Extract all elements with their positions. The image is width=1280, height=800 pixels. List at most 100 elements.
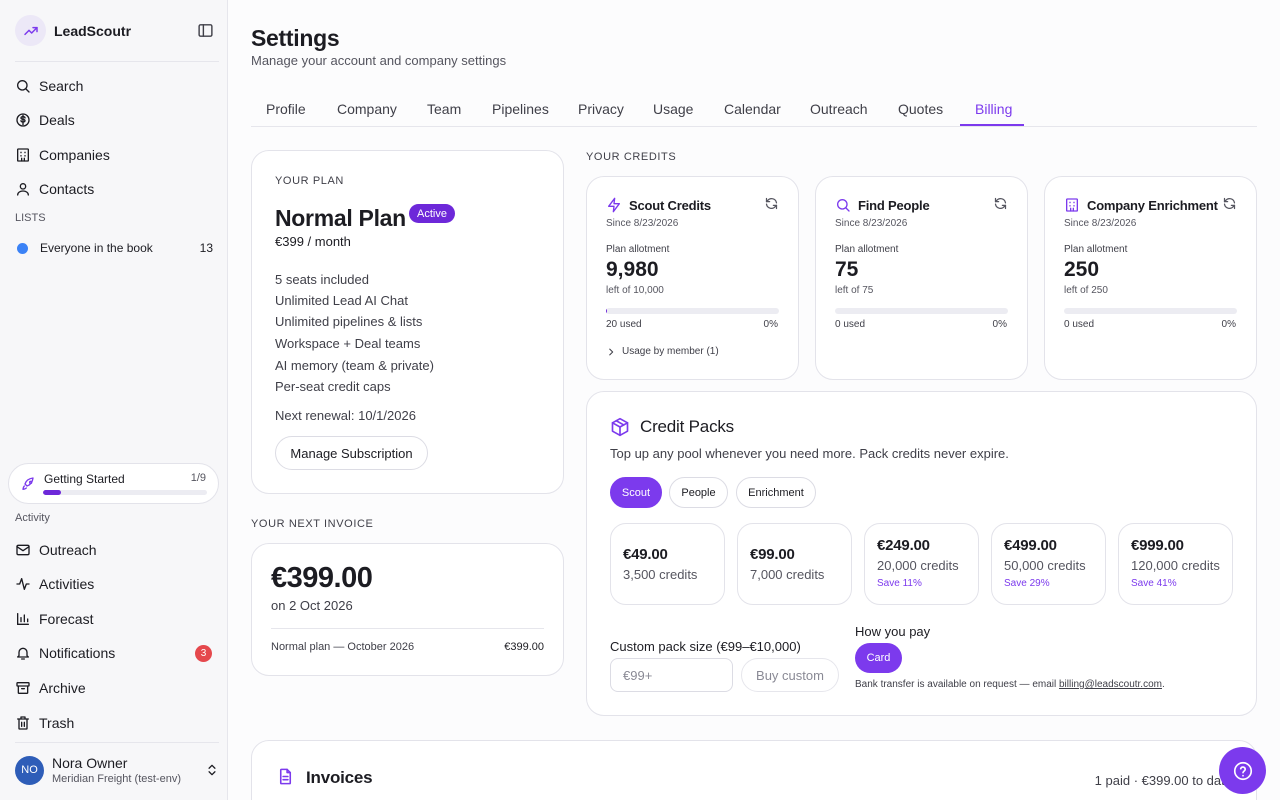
pack-credits: 120,000 credits [1131,558,1220,573]
credit-percent: 0% [992,319,1007,330]
nav-trash[interactable]: Trash [15,710,219,736]
credit-title: Company Enrichment [1087,198,1218,213]
building-icon [1066,198,1078,212]
list-item-everyone[interactable]: Everyone in the book 13 [15,239,213,257]
sidebar: LeadScoutr Search Deals Companies Contac… [0,0,228,800]
credit-packs-card: Credit Packs Top up any pool whenever yo… [586,391,1257,716]
active-tab-indicator [960,124,1024,126]
pack-price: €49.00 [623,546,668,563]
nav-companies[interactable]: Companies [15,142,219,168]
user-org: Meridian Freight (test-env) [52,773,181,785]
credit-left: left of 250 [1064,285,1108,296]
mail-icon [16,544,30,556]
brand-name: LeadScoutr [54,22,132,39]
nav-label: Companies [39,147,110,163]
payment-method-card[interactable]: Card [855,643,902,673]
pack-pill-people[interactable]: People [669,477,728,508]
activity-pulse-icon [16,578,30,590]
nav-notifications[interactable]: Notifications 3 [15,640,219,666]
nav-contacts[interactable]: Contacts [15,176,219,202]
tab-outreach[interactable]: Outreach [810,101,868,117]
user-menu[interactable]: NO Nora Owner Meridian Freight (test-env… [15,752,219,788]
pack-credits: 50,000 credits [1004,558,1086,573]
pack-savings: Save 29% [1004,578,1050,589]
tab-company[interactable]: Company [337,101,397,117]
getting-started-card[interactable]: Getting Started 1/9 [8,463,219,504]
chevron-updown-icon [208,764,216,776]
brand[interactable]: LeadScoutr [15,15,131,46]
pack-pill-scout[interactable]: Scout [610,477,662,508]
buy-custom-button[interactable]: Buy custom [741,658,839,692]
refresh-icon[interactable] [764,196,779,211]
invoices-title: Invoices [306,768,373,787]
invoice-date: on 2 Oct 2026 [271,598,353,613]
tab-quotes[interactable]: Quotes [898,101,943,117]
nav-label: Notifications [39,645,116,661]
credit-packs-subtitle: Top up any pool whenever you need more. … [610,446,1009,461]
tab-calendar[interactable]: Calendar [724,101,781,117]
nav-activities[interactable]: Activities [15,571,219,597]
trash-icon [17,716,29,730]
credit-title: Find People [858,198,930,213]
invoices-card: Invoices 1 paid · €399.00 to date [251,740,1257,800]
credit-progress [1064,308,1237,314]
tab-team[interactable]: Team [427,101,461,117]
pack-option[interactable]: €99.00 7,000 credits [737,523,852,605]
nav-forecast[interactable]: Forecast [15,606,219,632]
chevron-right-icon [609,348,614,355]
custom-pack-input[interactable] [610,658,733,692]
credit-allotment-label: Plan allotment [606,244,670,255]
tab-billing[interactable]: Billing [975,101,1012,117]
building-icon [17,148,29,162]
sidebar-toggle-icon[interactable] [197,22,214,39]
plan-feature: Per-seat credit caps [275,379,391,394]
invoice-amount: €399.00 [271,562,373,594]
nav-label: Activities [39,576,95,592]
invoice-line-desc: Normal plan — October 2026 [271,641,415,653]
getting-started-progress [43,490,207,495]
tab-pipelines[interactable]: Pipelines [492,101,549,117]
usage-by-member-label: Usage by member (1) [622,346,719,357]
list-count: 13 [199,241,213,255]
plan-name: Normal Plan [275,205,406,231]
activity-heading: Activity [15,512,50,524]
user-icon [17,183,29,196]
credit-card-company-enrichment: Company Enrichment Since 8/23/2026 Plan … [1044,176,1257,380]
manage-subscription-button[interactable]: Manage Subscription [275,436,428,470]
bell-icon [17,647,29,660]
pack-price: €999.00 [1131,537,1184,554]
bolt-icon [608,197,620,213]
nav-deals[interactable]: Deals [15,107,219,133]
refresh-icon[interactable] [993,196,1008,211]
plan-renewal: Next renewal: 10/1/2026 [275,408,416,423]
credit-percent: 0% [1221,319,1236,330]
tab-profile[interactable]: Profile [266,101,306,117]
credits-kicker: YOUR CREDITS [586,151,677,163]
avatar: NO [15,755,44,785]
pack-savings: Save 11% [877,578,922,589]
pack-price: €99.00 [750,546,795,563]
pack-option[interactable]: €999.00 120,000 credits Save 41% [1118,523,1233,605]
nav-outreach[interactable]: Outreach [15,537,219,563]
credit-card-scout: Scout Credits Since 8/23/2026 Plan allot… [586,176,799,380]
credit-since: Since 8/23/2026 [606,218,679,229]
archive-icon [16,682,30,694]
list-label: Everyone in the book [40,241,153,255]
tab-usage[interactable]: Usage [653,101,693,117]
tab-privacy[interactable]: Privacy [578,101,624,117]
pack-option[interactable]: €49.00 3,500 credits [610,523,725,605]
nav-search[interactable]: Search [15,73,219,99]
usage-by-member-toggle[interactable]: Usage by member (1) [606,346,719,357]
pack-pill-enrichment[interactable]: Enrichment [736,477,816,508]
refresh-icon[interactable] [1222,196,1237,211]
pack-option[interactable]: €499.00 50,000 credits Save 29% [991,523,1106,605]
plan-feature: Workspace + Deal teams [275,336,421,351]
nav-archive[interactable]: Archive [15,675,219,701]
credit-progress [835,308,1008,314]
help-button[interactable] [1219,747,1266,794]
pack-option[interactable]: €249.00 20,000 credits Save 11% [864,523,979,605]
help-icon [1233,761,1252,780]
getting-started-label: Getting Started [44,472,125,486]
invoices-summary: 1 paid · €399.00 to date [1094,773,1232,788]
billing-email-link[interactable]: billing@leadscoutr.com [1059,679,1162,690]
